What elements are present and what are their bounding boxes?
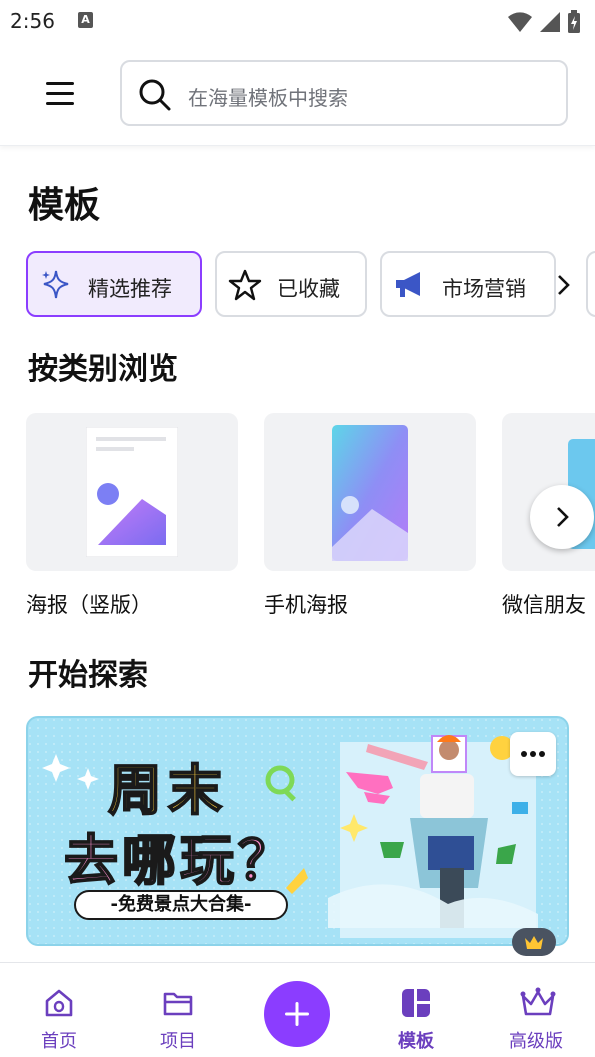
chip-favorites[interactable]: 已收藏 <box>215 251 367 317</box>
filter-chips: 精选推荐 已收藏 市场营销 <box>26 251 595 317</box>
chip-label: 精选推荐 <box>88 277 172 301</box>
hamburger-icon <box>46 82 74 105</box>
chip-partial[interactable] <box>586 251 595 317</box>
category-list: 海报（竖版） 手机海报 微信朋友 <box>26 413 595 623</box>
banner-title-line2: 去哪玩？ <box>63 828 296 893</box>
search-placeholder: 在海量模板中搜索 <box>188 86 348 110</box>
explore-title: 开始探索 <box>28 658 148 693</box>
category-next-button[interactable] <box>530 485 594 549</box>
create-button[interactable] <box>264 981 330 1047</box>
more-options-button[interactable] <box>510 732 556 776</box>
chip-marketing[interactable]: 市场营销 <box>380 251 556 317</box>
nav-label: 项目 <box>160 1031 196 1052</box>
category-poster-vertical[interactable]: 海报（竖版） <box>26 413 238 619</box>
nav-projects[interactable]: 项目 <box>128 963 228 1057</box>
chevron-right-icon <box>557 507 569 527</box>
nav-label: 首页 <box>41 1031 77 1052</box>
crown-icon <box>525 936 543 949</box>
template-icon <box>402 989 430 1017</box>
search-input[interactable]: 在海量模板中搜索 <box>120 60 568 126</box>
chevron-right-icon[interactable] <box>553 273 573 297</box>
menu-button[interactable] <box>40 74 80 114</box>
crown-icon <box>520 987 556 1016</box>
chip-featured[interactable]: 精选推荐 <box>26 251 202 317</box>
category-label: 手机海报 <box>264 593 348 617</box>
search-icon <box>139 79 171 111</box>
folder-icon <box>163 992 193 1016</box>
wifi-icon <box>508 12 532 32</box>
keyboard-a-icon: A <box>78 12 93 28</box>
megaphone-icon <box>396 272 420 297</box>
category-label: 微信朋友 <box>502 593 586 617</box>
nav-label: 模板 <box>398 1031 434 1052</box>
explore-banner[interactable]: 周末 去哪玩？ -免费景点大合集- <box>26 716 569 946</box>
nav-premium[interactable]: 高级版 <box>486 963 586 1057</box>
battery-icon <box>568 10 580 33</box>
chip-label: 市场营销 <box>442 277 526 301</box>
category-label: 海报（竖版） <box>26 593 152 617</box>
home-icon <box>45 989 73 1017</box>
page-title: 模板 <box>28 185 101 226</box>
more-dots-icon <box>521 751 545 757</box>
chip-label: 已收藏 <box>277 277 340 301</box>
category-phone-poster[interactable]: 手机海报 <box>264 413 476 619</box>
banner-title-line1: 周末 <box>107 758 228 823</box>
browse-title: 按类别浏览 <box>28 352 178 387</box>
phone-poster-illustration <box>332 425 408 561</box>
plus-icon <box>285 1002 309 1026</box>
nav-templates[interactable]: 模板 <box>366 963 466 1057</box>
bottom-nav: 首页 项目 模板 高级版 <box>0 962 595 1057</box>
category-thumbnail <box>264 413 476 571</box>
top-bar: 在海量模板中搜索 <box>0 42 595 146</box>
star-icon <box>228 269 262 301</box>
nav-home[interactable]: 首页 <box>9 963 109 1057</box>
status-icons <box>507 10 581 34</box>
premium-badge <box>512 928 556 956</box>
category-thumbnail <box>26 413 238 571</box>
banner-tagline: -免费景点大合集- <box>74 890 288 920</box>
poster-illustration <box>86 427 178 557</box>
status-bar: 2:56 A <box>0 0 595 42</box>
status-time: 2:56 <box>10 9 55 33</box>
nav-label: 高级版 <box>509 1031 563 1052</box>
signal-icon <box>540 12 560 32</box>
sparkle-icon <box>42 270 69 299</box>
